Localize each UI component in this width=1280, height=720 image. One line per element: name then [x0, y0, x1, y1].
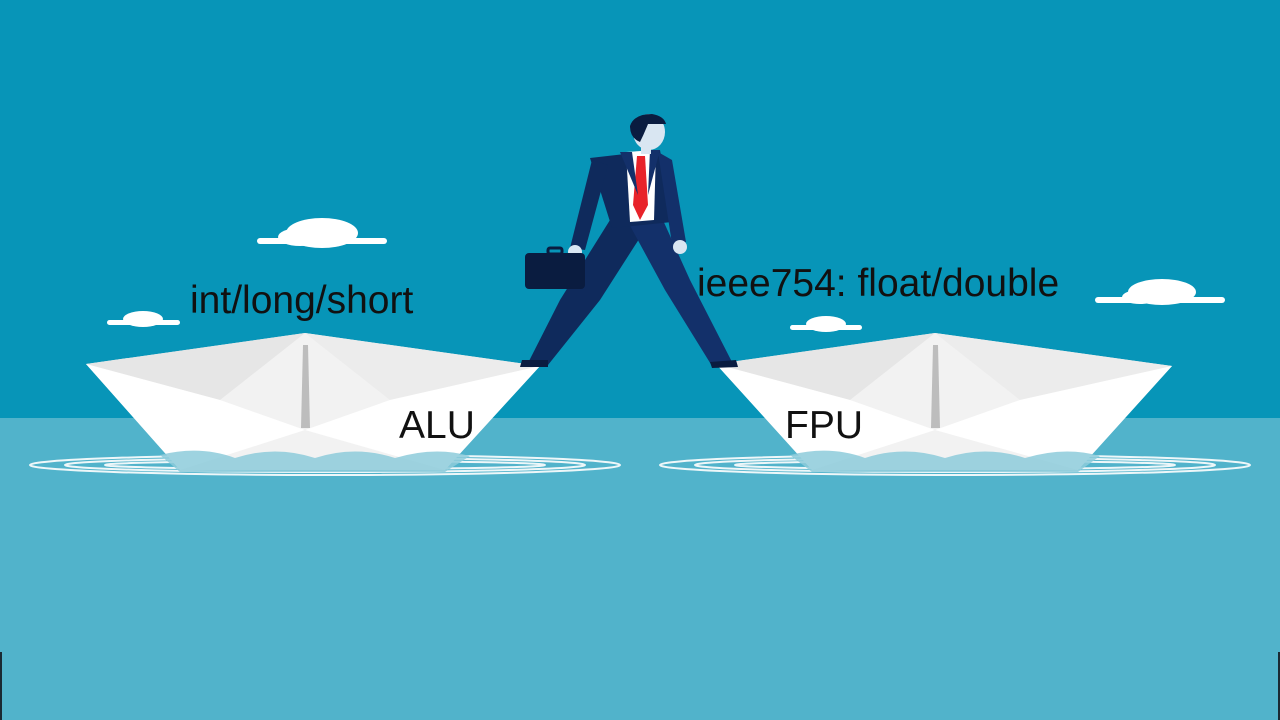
- businessman-boats-illustration: [0, 0, 1280, 720]
- frame-edge-left: [0, 652, 2, 720]
- fpu-label: FPU: [785, 404, 863, 447]
- fpu-types-label: ieee754: float/double: [697, 262, 1060, 305]
- alu-label: ALU: [399, 404, 475, 447]
- slide-canvas: int/long/short ieee754: float/double ALU…: [0, 0, 1280, 720]
- alu-types-label: int/long/short: [190, 279, 414, 322]
